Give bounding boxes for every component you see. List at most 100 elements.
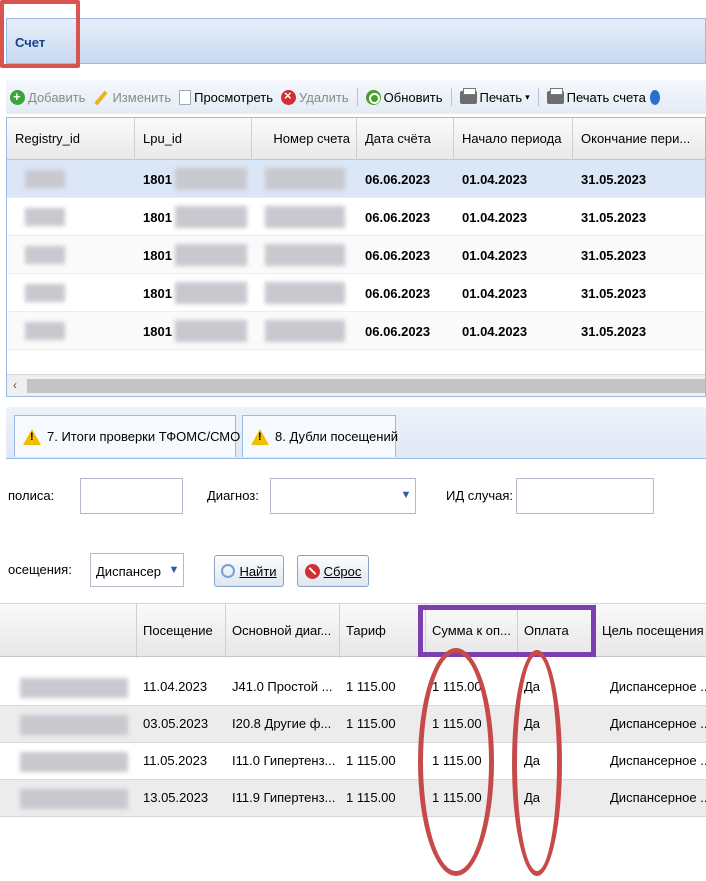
scrollbar-thumb[interactable] xyxy=(27,379,705,393)
table-row[interactable]: 13.05.2023 I11.9 Гипертенз... 1 115.00 1… xyxy=(0,780,706,817)
period-end-cell: 31.05.2023 xyxy=(581,324,647,339)
period-end-cell: 31.05.2023 xyxy=(581,210,647,225)
redacted-cell xyxy=(25,208,65,226)
diagnosis-cell: J41.0 Простой ... xyxy=(232,679,333,694)
refresh-button[interactable]: Обновить xyxy=(362,89,447,105)
add-button[interactable]: Добавить xyxy=(6,89,89,105)
redacted-cell xyxy=(265,320,345,342)
period-start-cell: 01.04.2023 xyxy=(462,324,528,339)
refresh-icon xyxy=(365,89,381,105)
printer-icon xyxy=(546,87,564,104)
printer-icon xyxy=(459,87,477,104)
reset-button[interactable]: Сброс xyxy=(297,555,369,587)
tariff-cell: 1 115.00 xyxy=(346,790,396,805)
period-start-cell: 01.04.2023 xyxy=(462,286,528,301)
invoice-date-cell: 06.06.2023 xyxy=(365,324,431,339)
delete-button[interactable]: Удалить xyxy=(277,88,353,105)
pencil-icon xyxy=(93,90,109,105)
column-header-tariff[interactable]: Тариф xyxy=(340,604,426,658)
diagnosis-cell: I11.9 Гипертенз... xyxy=(232,790,336,805)
tariff-cell: 1 115.00 xyxy=(346,679,396,694)
print-menu-button[interactable]: Печать ▾ xyxy=(456,87,534,105)
purpose-cell: Диспансерное ... xyxy=(610,679,706,694)
title-highlight-annotation xyxy=(0,0,80,68)
scroll-left-icon[interactable]: ‹ xyxy=(13,378,17,392)
column-header-period-start[interactable]: Начало периода xyxy=(454,118,573,160)
visit-date-cell: 11.04.2023 xyxy=(143,679,208,694)
diagnosis-label: Диагноз: xyxy=(207,488,259,503)
print-invoice-button[interactable]: Печать счета xyxy=(543,87,650,105)
tab-tfoms-results[interactable]: 7. Итоги проверки ТФОМС/СМО xyxy=(14,415,240,457)
period-start-cell: 01.04.2023 xyxy=(462,210,528,225)
period-start-cell: 01.04.2023 xyxy=(462,248,528,263)
period-start-cell: 01.04.2023 xyxy=(462,172,528,187)
chevron-down-icon: ▾ xyxy=(525,91,530,102)
redacted-cell xyxy=(175,282,247,304)
table-row[interactable]: 03.05.2023 I20.8 Другие ф... 1 115.00 1 … xyxy=(0,706,706,743)
column-header-diagnosis[interactable]: Основной диаг... xyxy=(226,604,340,658)
table-row[interactable]: 11.05.2023 I11.0 Гипертенз... 1 115.00 1… xyxy=(0,743,706,780)
redacted-cell xyxy=(265,244,345,266)
case-id-label: ИД случая: xyxy=(446,488,513,503)
redacted-cell xyxy=(25,322,65,340)
lpu-id-cell: 1801 xyxy=(143,210,172,225)
detail-tabs: 7. Итоги проверки ТФОМС/СМО 8. Дубли пос… xyxy=(6,407,706,459)
table-row[interactable]: 1801 06.06.2023 01.04.2023 31.05.2023 xyxy=(7,236,705,274)
column-header-lpu-id[interactable]: Lpu_id xyxy=(135,118,252,160)
redacted-cell xyxy=(20,752,128,772)
invoice-date-cell: 06.06.2023 xyxy=(365,172,431,187)
warning-icon xyxy=(251,428,269,445)
lpu-id-cell: 1801 xyxy=(143,286,172,301)
chevron-down-icon[interactable]: ▼ xyxy=(165,554,183,586)
visits-grid-header: Посещение Основной диаг... Тариф Сумма к… xyxy=(0,603,706,658)
sum-column-ellipse-annotation xyxy=(418,648,494,876)
column-header-invoice-number[interactable]: Номер счета xyxy=(252,118,357,160)
invoice-date-cell: 06.06.2023 xyxy=(365,210,431,225)
visit-date-cell: 03.05.2023 xyxy=(143,716,209,731)
case-id-input[interactable] xyxy=(516,478,654,514)
horizontal-scrollbar[interactable]: ‹ xyxy=(7,374,705,396)
table-row[interactable]: 1801 06.06.2023 01.04.2023 31.05.2023 xyxy=(7,160,705,198)
lpu-id-cell: 1801 xyxy=(143,172,172,187)
invoices-grid: Registry_id Lpu_id Номер счета Дата счёт… xyxy=(6,117,706,397)
column-header-invoice-date[interactable]: Дата счёта xyxy=(357,118,454,160)
edit-button[interactable]: Изменить xyxy=(89,90,175,105)
column-header-registry-id[interactable]: Registry_id xyxy=(7,118,135,160)
redacted-cell xyxy=(175,168,247,190)
diagnosis-cell: I11.0 Гипертенз... xyxy=(232,753,336,768)
chevron-down-icon[interactable]: ▼ xyxy=(397,479,415,513)
column-header-period-end[interactable]: Окончание пери... xyxy=(573,118,705,160)
table-row[interactable]: 1801 06.06.2023 01.04.2023 31.05.2023 xyxy=(7,312,705,350)
tab-duplicate-visits[interactable]: 8. Дубли посещений xyxy=(242,415,398,457)
table-row[interactable]: 1801 06.06.2023 01.04.2023 31.05.2023 xyxy=(7,198,705,236)
diagnosis-combo[interactable]: ▼ xyxy=(270,478,416,514)
tariff-cell: 1 115.00 xyxy=(346,716,396,731)
redacted-cell xyxy=(20,789,128,809)
redacted-cell xyxy=(175,206,247,228)
redacted-cell xyxy=(25,246,65,264)
lpu-id-cell: 1801 xyxy=(143,248,172,263)
redacted-cell xyxy=(20,678,128,698)
toolbar-divider xyxy=(356,88,358,106)
toolbar-divider xyxy=(450,88,452,106)
purpose-cell: Диспансерное ... xyxy=(610,753,706,768)
policy-input[interactable] xyxy=(80,478,183,514)
diagnosis-cell: I20.8 Другие ф... xyxy=(232,716,332,731)
visit-type-combo[interactable]: Диспансер ▼ xyxy=(90,553,184,587)
column-header-patient[interactable] xyxy=(0,604,137,658)
add-icon xyxy=(10,89,25,105)
column-header-visit-purpose[interactable]: Цель посещения xyxy=(596,604,706,658)
more-icon[interactable] xyxy=(649,89,660,105)
find-button[interactable]: Найти xyxy=(214,555,284,587)
redacted-cell xyxy=(20,715,128,735)
view-button[interactable]: Просмотреть xyxy=(175,89,277,105)
redacted-cell xyxy=(265,206,345,228)
table-row[interactable]: 11.04.2023 J41.0 Простой ... 1 115.00 1 … xyxy=(0,669,706,706)
toolbar-divider xyxy=(537,88,539,106)
redacted-cell xyxy=(25,170,65,188)
table-row[interactable]: 1801 06.06.2023 01.04.2023 31.05.2023 xyxy=(7,274,705,312)
column-header-visit-date[interactable]: Посещение xyxy=(137,604,226,658)
invoice-date-cell: 06.06.2023 xyxy=(365,286,431,301)
tariff-cell: 1 115.00 xyxy=(346,753,396,768)
visit-date-cell: 11.05.2023 xyxy=(143,753,208,768)
